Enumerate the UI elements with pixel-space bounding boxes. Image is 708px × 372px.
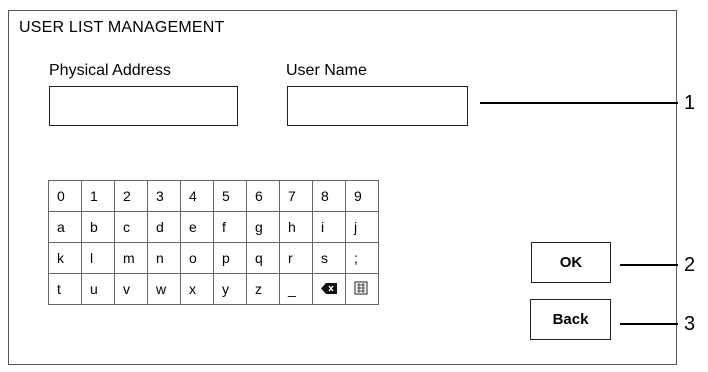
key-7[interactable]: 7 bbox=[279, 180, 313, 212]
key-backspace[interactable] bbox=[312, 273, 346, 305]
callout-number-2: 2 bbox=[684, 254, 696, 276]
key-f[interactable]: f bbox=[213, 211, 247, 243]
key-2[interactable]: 2 bbox=[114, 180, 148, 212]
callout-line-1 bbox=[480, 102, 678, 104]
key-h[interactable]: h bbox=[279, 211, 313, 243]
backspace-icon bbox=[321, 283, 337, 294]
key-n[interactable]: n bbox=[147, 242, 181, 274]
key-e[interactable]: e bbox=[180, 211, 214, 243]
callout-line-3 bbox=[620, 323, 678, 325]
key-l[interactable]: l bbox=[81, 242, 115, 274]
on-screen-keyboard: 0 1 2 3 4 5 6 7 8 9 a b c d e f g h i j … bbox=[48, 180, 379, 305]
physical-address-label: Physical Address bbox=[49, 62, 171, 79]
key-3[interactable]: 3 bbox=[147, 180, 181, 212]
key-0[interactable]: 0 bbox=[48, 180, 82, 212]
key-b[interactable]: b bbox=[81, 211, 115, 243]
key-g[interactable]: g bbox=[246, 211, 280, 243]
symbol-switch-icon bbox=[354, 281, 368, 294]
key-semicolon[interactable]: ; bbox=[345, 242, 379, 274]
key-symbol-switch[interactable] bbox=[345, 273, 379, 305]
key-k[interactable]: k bbox=[48, 242, 82, 274]
user-name-label: User Name bbox=[286, 62, 367, 79]
key-underscore[interactable]: _ bbox=[279, 273, 313, 305]
key-4[interactable]: 4 bbox=[180, 180, 214, 212]
key-a[interactable]: a bbox=[48, 211, 82, 243]
key-z[interactable]: z bbox=[246, 273, 280, 305]
callout-number-1: 1 bbox=[684, 92, 696, 114]
key-9[interactable]: 9 bbox=[345, 180, 379, 212]
key-m[interactable]: m bbox=[114, 242, 148, 274]
key-x[interactable]: x bbox=[180, 273, 214, 305]
key-c[interactable]: c bbox=[114, 211, 148, 243]
key-5[interactable]: 5 bbox=[213, 180, 247, 212]
physical-address-input[interactable] bbox=[49, 86, 238, 126]
key-u[interactable]: u bbox=[81, 273, 115, 305]
callout-line-2 bbox=[620, 264, 678, 266]
page-title: USER LIST MANAGEMENT bbox=[19, 19, 225, 36]
key-8[interactable]: 8 bbox=[312, 180, 346, 212]
key-6[interactable]: 6 bbox=[246, 180, 280, 212]
key-y[interactable]: y bbox=[213, 273, 247, 305]
key-w[interactable]: w bbox=[147, 273, 181, 305]
back-button[interactable]: Back bbox=[530, 299, 611, 340]
key-r[interactable]: r bbox=[279, 242, 313, 274]
key-1[interactable]: 1 bbox=[81, 180, 115, 212]
key-q[interactable]: q bbox=[246, 242, 280, 274]
key-v[interactable]: v bbox=[114, 273, 148, 305]
key-t[interactable]: t bbox=[48, 273, 82, 305]
ok-button[interactable]: OK bbox=[531, 242, 611, 283]
key-s[interactable]: s bbox=[312, 242, 346, 274]
key-p[interactable]: p bbox=[213, 242, 247, 274]
key-o[interactable]: o bbox=[180, 242, 214, 274]
callout-number-3: 3 bbox=[684, 313, 696, 335]
user-name-input[interactable] bbox=[287, 86, 468, 126]
key-d[interactable]: d bbox=[147, 211, 181, 243]
key-j[interactable]: j bbox=[345, 211, 379, 243]
key-i[interactable]: i bbox=[312, 211, 346, 243]
